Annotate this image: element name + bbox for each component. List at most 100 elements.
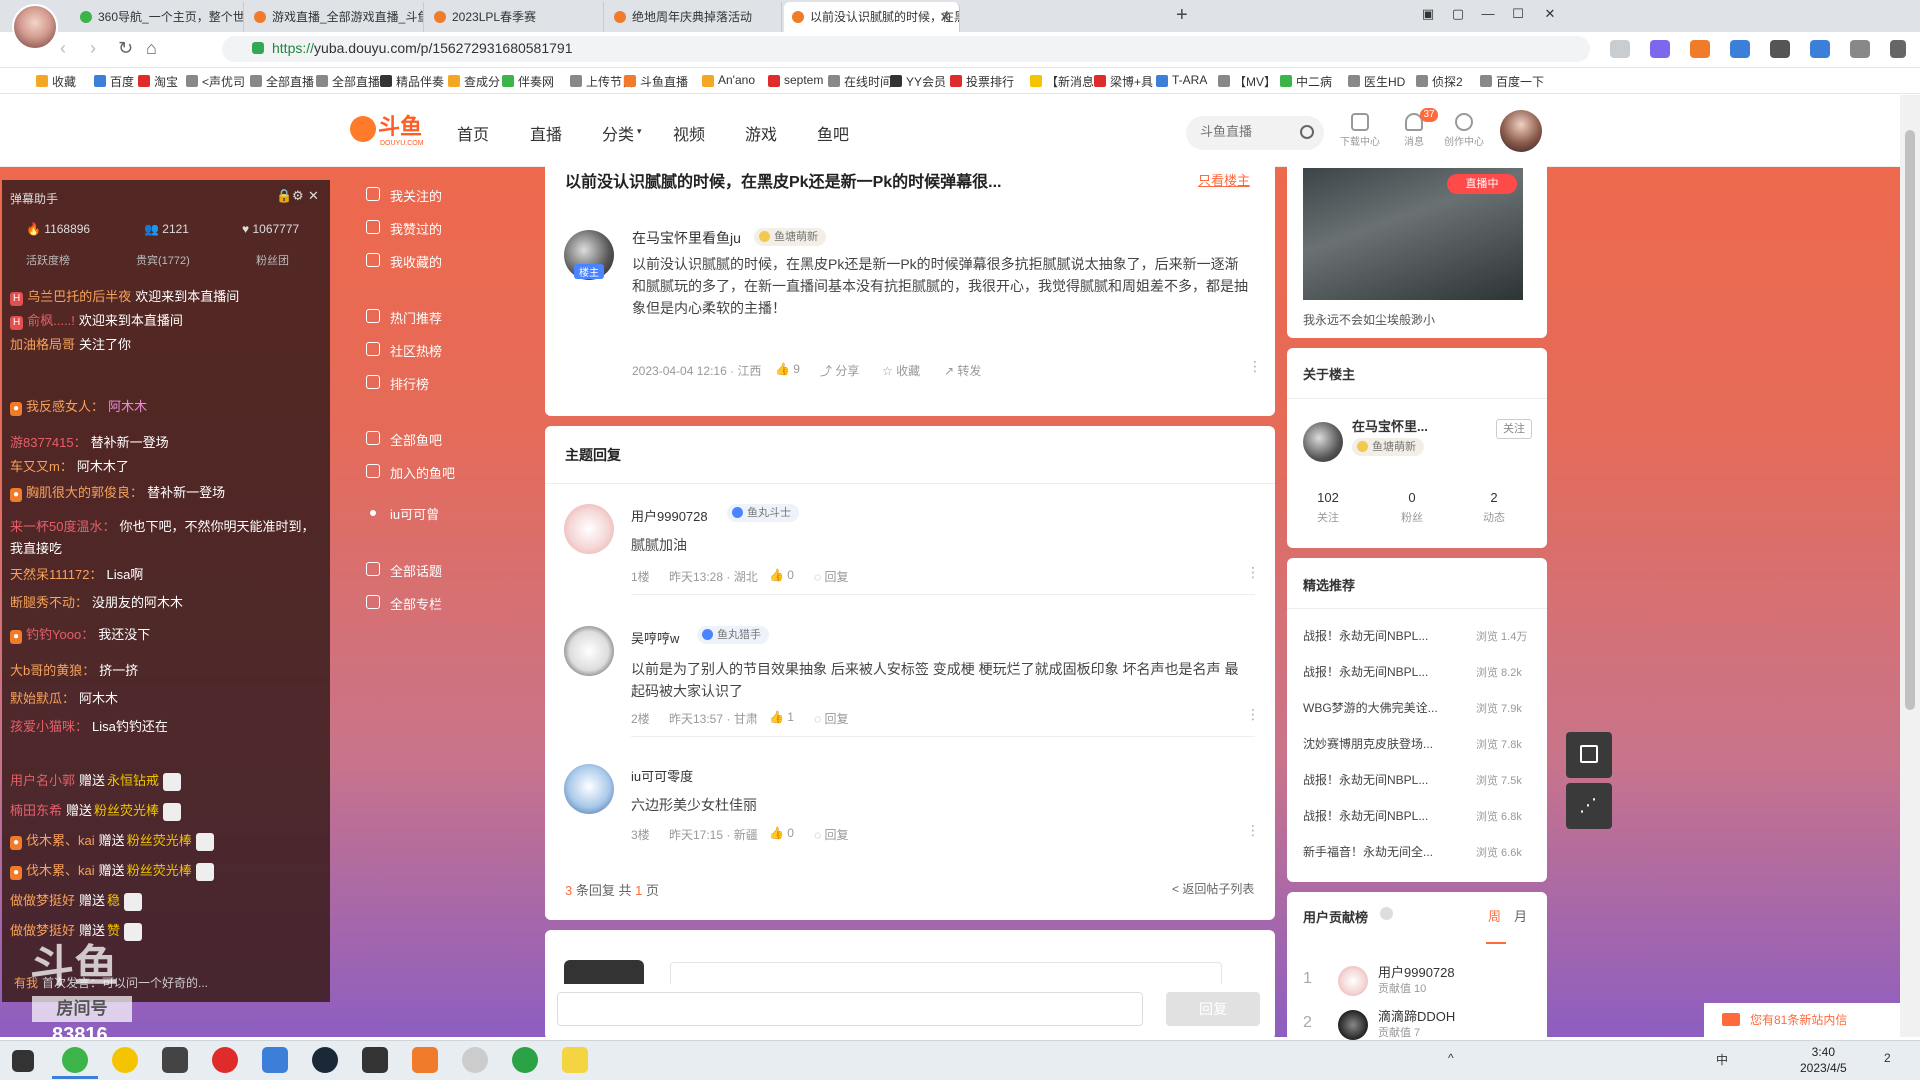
bookmark-item[interactable]: 精品伴奏 [380,73,444,90]
danmu-tab-fans[interactable]: 粉丝团 [256,252,289,268]
about-op-avatar[interactable] [1303,422,1343,462]
bookmark-item[interactable]: T-ARA [1156,73,1207,87]
nav-live[interactable]: 直播 [530,121,562,145]
bookmark-item[interactable]: 百度 [94,73,134,90]
share-button[interactable]: ⋰ [1566,783,1612,829]
danmu-user[interactable]: 加油格局哥 [10,337,75,352]
download-center[interactable]: 下载中心 [1340,113,1380,148]
bookmark-item[interactable]: 【MV】 [1218,73,1276,90]
gift-user[interactable]: 伐木累、kai [26,833,95,848]
post-share[interactable]: ⤴ 分享 [820,362,859,379]
close-icon[interactable]: ✕ [308,188,319,204]
tab-close-icon[interactable]: ✕ [939,2,951,32]
post-more-icon[interactable]: ⋮ [1248,358,1262,375]
nav-home[interactable]: 首页 [457,121,489,145]
browser-taskbar-icon[interactable] [62,1047,88,1073]
danmu-user[interactable]: 钓钓Yooo： [26,627,94,642]
bookmark-item[interactable]: 医生HD [1348,73,1405,90]
ime-indicator[interactable]: 中 [1716,1051,1728,1068]
recommend-item-title[interactable]: 战报！永劫无间NBPL... [1303,771,1471,788]
about-op-name[interactable]: 在马宝怀里... [1352,416,1428,435]
nav-game[interactable]: 游戏 [745,121,777,145]
menu-icon[interactable] [1890,40,1906,58]
danmu-user[interactable]: 我反感女人： [26,399,104,414]
douyu-taskbar-icon[interactable] [412,1047,438,1073]
follow-button[interactable]: 关注 [1496,419,1532,439]
danmu-tab-activity[interactable]: 活跃度榜 [26,252,70,268]
window-pin-icon[interactable]: ▢ [1448,6,1468,22]
menu-all-yuba[interactable]: 全部鱼吧 [366,430,442,449]
menu-all-topics[interactable]: 全部话题 [366,561,442,580]
recommend-item-title[interactable]: 战报！永劫无间NBPL... [1303,807,1471,824]
nav-video[interactable]: 视频 [673,121,705,145]
browser-tab-5-active[interactable]: 以前没认识腻腻的时候，在黑 ✕ [784,2,960,32]
app-taskbar-icon[interactable] [112,1047,138,1073]
gift-user[interactable]: 伐木累、kai [26,863,95,878]
notification-count[interactable]: 2 [1884,1051,1891,1065]
menu-collected[interactable]: 我收藏的 [366,252,442,271]
gift-user[interactable]: 用户名小郭 [10,773,75,788]
bookmark-item[interactable]: 在线时间 [828,73,892,90]
reply-button[interactable]: ◌ 回复 [814,826,848,843]
bookmark-item[interactable]: 收藏 [36,73,76,90]
window-menu-icon[interactable]: ▣ [1418,6,1438,22]
search-tool-icon[interactable] [1730,40,1750,58]
reply-username[interactable]: iu可可零度 [631,766,693,785]
bookmark-item[interactable]: <声优司 [186,73,245,90]
browser-tab-2[interactable]: 游戏直播_全部游戏直播_斗鱼 [246,2,424,32]
app-taskbar-icon[interactable] [362,1047,388,1073]
post-forward[interactable]: ↗ 转发 [944,362,981,379]
netease-music-icon[interactable] [212,1047,238,1073]
danmu-user[interactable]: 默始默瓜： [10,691,75,706]
browser-profile-avatar[interactable] [12,4,58,50]
forward-icon[interactable]: › [90,38,96,59]
gear-icon[interactable]: ⚙ [292,188,304,204]
browser-tab-4[interactable]: 绝地周年庆典掉落活动 [606,2,782,32]
op-stat-fans[interactable]: 0 粉丝 [1382,490,1442,525]
window-close-icon[interactable]: ✕ [1540,6,1560,22]
bookmark-item[interactable]: 斗鱼直播 [624,73,688,90]
gift-user[interactable]: 楠田东希 [10,803,62,818]
bookmark-item[interactable]: 中二病 [1280,73,1332,90]
help-icon[interactable] [1380,907,1393,920]
rank-username[interactable]: 滴滴蹄DDOH [1378,1006,1455,1025]
menu-all-columns[interactable]: 全部专栏 [366,594,442,613]
danmu-user[interactable]: 天然呆111172： [10,567,103,582]
op-stat-posts[interactable]: 2 动态 [1464,490,1524,525]
extension-icon[interactable] [1610,40,1630,58]
recommend-item-title[interactable]: 战报！永劫无间NBPL... [1303,627,1471,644]
reply-like[interactable]: 👍 1 [769,710,794,724]
back-to-list-link[interactable]: < 返回帖子列表 [1172,880,1254,897]
danmu-user[interactable]: 俞枫.....! [27,313,75,328]
translate-icon[interactable] [1650,40,1670,58]
bookmark-item[interactable]: 伴奏网 [502,73,554,90]
reply-avatar[interactable] [564,764,614,814]
bookmark-item[interactable]: 全部直播 [316,73,380,90]
bookmark-item[interactable]: 投票排行 [950,73,1014,90]
danmu-tab-vip[interactable]: 贵宾(1772) [136,252,190,268]
bookmark-item[interactable]: 全部直播 [250,73,314,90]
bookmark-item[interactable]: 查成分 [448,73,500,90]
home-icon[interactable]: ⌂ [146,38,157,59]
scrollbar-thumb[interactable] [1905,130,1915,710]
op-stat-following[interactable]: 102 关注 [1298,490,1358,525]
rank-tab-week[interactable]: 周 [1488,906,1501,925]
app-taskbar-icon[interactable] [462,1047,488,1073]
window-maximize-icon[interactable]: ☐ [1508,6,1528,22]
menu-ranking[interactable]: 排行榜 [366,374,429,393]
browser-tab-3[interactable]: 2023LPL春季赛 [426,2,604,32]
danmu-user[interactable]: 游8377415： [10,435,87,450]
tray-chevron-icon[interactable]: ^ [1448,1051,1454,1065]
reply-button[interactable]: ◌ 回复 [814,568,848,585]
douyu-logo[interactable]: 斗鱼 DOUYU.COM [350,114,430,148]
reply-avatar[interactable] [564,504,614,554]
gift-user[interactable]: 做做梦挺好 [10,893,75,908]
creator-center[interactable]: 创作中心 [1444,113,1484,148]
search-icon[interactable] [1300,125,1314,139]
menu-hot[interactable]: 热门推荐 [366,308,442,327]
kugou-icon[interactable] [262,1047,288,1073]
reply-avatar[interactable] [564,626,614,676]
menu-following[interactable]: 我关注的 [366,186,442,205]
game-icon[interactable] [1690,40,1710,58]
edit-button[interactable] [1566,732,1612,778]
